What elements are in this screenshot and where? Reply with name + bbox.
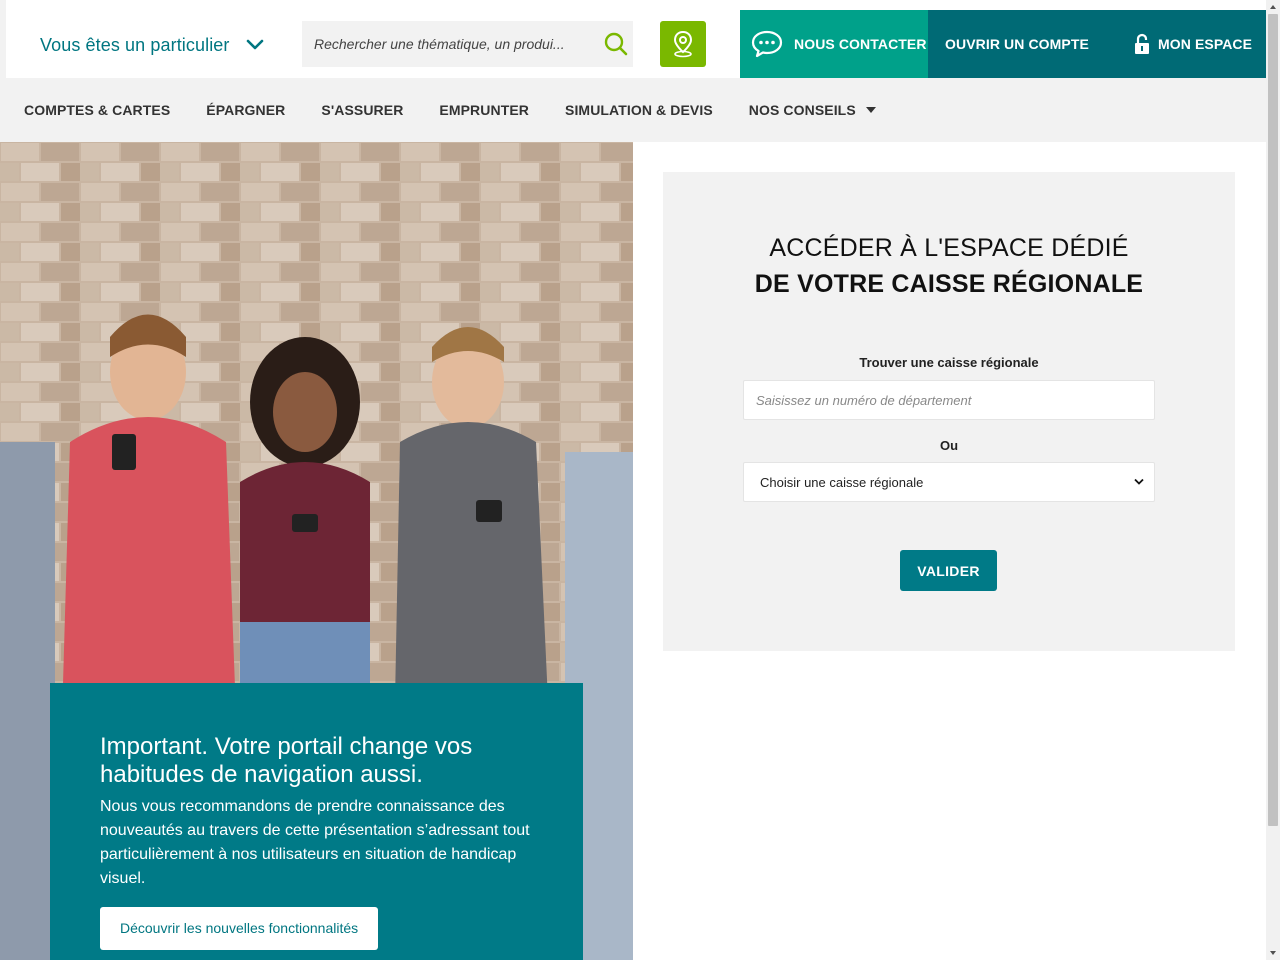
find-caisse-label: Trouver une caisse régionale [859, 355, 1039, 370]
contact-button[interactable]: NOUS CONTACTER [740, 10, 928, 78]
profile-label: Vous êtes un particulier [40, 34, 230, 55]
panel-title-line2: DE VOTRE CAISSE RÉGIONALE [754, 270, 1144, 298]
discover-features-button[interactable]: Découvrir les nouvelles fonctionnalités [100, 907, 379, 950]
search-box [302, 21, 633, 67]
or-label: Ou [939, 438, 959, 453]
scroll-down-arrow-icon[interactable] [1266, 946, 1280, 960]
nav-item-label: COMPTES & CARTES [24, 102, 171, 118]
open-account-label: OUVRIR UN COMPTE [945, 36, 1089, 52]
chevron-down-icon [1134, 478, 1144, 485]
nav-item-s-assurer[interactable]: S'ASSURER [303, 78, 421, 142]
chat-bubble-icon [751, 30, 783, 58]
nav-item-label: SIMULATION & DEVIS [565, 102, 713, 118]
caret-down-icon [865, 107, 876, 113]
scroll-thumb[interactable] [1268, 14, 1278, 826]
caisse-select-value: Choisir une caisse régionale [760, 474, 924, 490]
my-space-label: MON ESPACE [1158, 36, 1253, 52]
caisse-select[interactable]: Choisir une caisse régionale [743, 462, 1155, 502]
info-title: Important. Votre portail change vos habi… [100, 733, 473, 788]
scroll-up-arrow-icon[interactable] [1266, 0, 1280, 14]
nav-item-simulation-devis[interactable]: SIMULATION & DEVIS [547, 78, 731, 142]
nav-item-label: NOS CONSEILS [748, 102, 856, 118]
header: Vous êtes un particulier Rechercher une … [0, 0, 1266, 78]
scrollbar[interactable] [1266, 0, 1280, 960]
open-account-button[interactable]: OUVRIR UN COMPTE [928, 10, 1108, 78]
nav-item-label: ÉPARGNER [206, 102, 286, 118]
nav-item-label: EMPRUNTER [439, 102, 529, 118]
contact-label: NOUS CONTACTER [794, 36, 927, 52]
hero-section: Important. Votre portail change vos habi… [0, 142, 633, 960]
info-card: Important. Votre portail change vos habi… [50, 683, 583, 960]
regional-panel: ACCÉDER À L'ESPACE DÉDIÉ DE VOTRE CAISSE… [663, 172, 1235, 651]
search-icon[interactable] [603, 31, 629, 57]
chevron-down-icon [246, 39, 263, 50]
map-pin-icon [673, 30, 693, 58]
nav-item-epargner[interactable]: ÉPARGNER [188, 78, 303, 142]
profile-selector[interactable]: Vous êtes un particulier [40, 30, 264, 60]
my-space-button[interactable]: MON ESPACE [1108, 10, 1266, 78]
agency-locator-button[interactable] [660, 21, 706, 67]
panel-title-line1: ACCÉDER À L'ESPACE DÉDIÉ [769, 234, 1129, 262]
nav-item-label: S'ASSURER [321, 102, 404, 118]
validate-button[interactable]: VALIDER [900, 550, 997, 591]
nav-item-nos-conseils[interactable]: NOS CONSEILS [731, 78, 894, 142]
header-topline [0, 0, 1266, 10]
search-input[interactable] [302, 21, 582, 67]
nav-item-comptes-cartes[interactable]: COMPTES & CARTES [6, 78, 188, 142]
department-input[interactable] [743, 380, 1155, 420]
lock-icon [1135, 33, 1149, 54]
info-body: Nous vous recommandons de prendre connai… [100, 798, 530, 887]
page: Vous êtes un particulier Rechercher une … [0, 0, 1280, 960]
nav-item-emprunter[interactable]: EMPRUNTER [421, 78, 547, 142]
main-nav: COMPTES & CARTES ÉPARGNER S'ASSURER EMPR… [0, 78, 1266, 142]
